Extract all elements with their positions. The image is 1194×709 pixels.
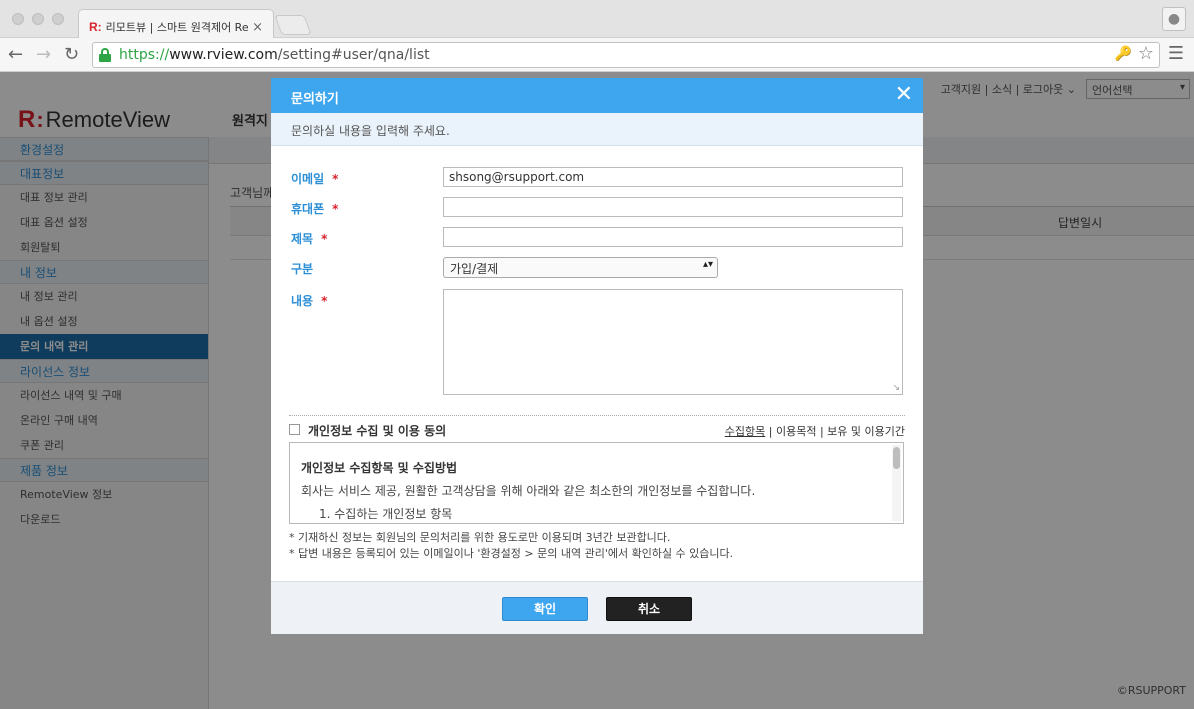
phone-field[interactable]	[443, 197, 903, 217]
browser-toolbar: ← → ↻ https://www.rview.com/setting#user…	[0, 38, 1194, 72]
rview-favicon-icon: R:	[89, 20, 102, 34]
reload-icon[interactable]: ↻	[64, 44, 79, 65]
window-zoom-button[interactable]	[52, 13, 64, 25]
scrollbar-thumb[interactable]	[893, 447, 900, 469]
window-close-button[interactable]	[12, 13, 24, 25]
category-label: 구분	[291, 262, 314, 276]
subject-field[interactable]	[443, 227, 903, 247]
category-select[interactable]: 가입/결제 ▴▾	[443, 257, 718, 278]
bookmark-star-icon[interactable]: ☆	[1138, 43, 1154, 64]
dialog-header: 문의하기 ✕	[271, 78, 923, 113]
privacy-policy-box[interactable]: 개인정보 수집항목 및 수집방법 회사는 서비스 제공, 원활한 고객상담을 위…	[289, 442, 904, 524]
resize-handle-icon[interactable]: ↘	[892, 383, 900, 393]
divider	[289, 415, 905, 416]
close-icon[interactable]: ✕	[895, 83, 913, 107]
phone-label: 휴대폰 *	[291, 202, 339, 216]
lock-icon	[99, 48, 111, 62]
subject-label: 제목 *	[291, 232, 328, 246]
dialog-footer: 확인 취소	[271, 581, 923, 634]
consent-links: 수집항목 | 이용목적 | 보유 및 이용기간	[725, 423, 905, 439]
content-textarea[interactable]: ↘	[443, 289, 903, 395]
link-purpose[interactable]: | 이용목적 |	[769, 425, 824, 438]
new-tab-button[interactable]	[274, 15, 312, 35]
browser-tab[interactable]: R: 리모트뷰 | 스마트 원격제어 Rem ×	[78, 9, 274, 38]
tab-title: 리모트뷰 | 스마트 원격제어 Rem	[105, 21, 249, 34]
url-text: https://www.rview.com/setting#user/qna/l…	[119, 47, 430, 63]
consent-row: 개인정보 수집 및 이용 동의 수집항목 | 이용목적 | 보유 및 이용기간	[289, 422, 905, 438]
key-icon[interactable]: 🔑	[1115, 46, 1132, 62]
note-answer: * 답변 내용은 등록되어 있는 이메일이나 '환경설정 > 문의 내역 관리'…	[289, 547, 734, 560]
email-field[interactable]	[443, 167, 903, 187]
note-retention: * 기재하신 정보는 회원님의 문의처리를 위한 용도로만 이용되며 3년간 보…	[289, 531, 671, 544]
profile-icon[interactable]: ●	[1162, 7, 1186, 31]
privacy-item: 1. 수집하는 개인정보 항목	[319, 507, 453, 521]
select-arrows-icon: ▴▾	[702, 259, 713, 270]
confirm-button[interactable]: 확인	[502, 597, 588, 621]
consent-label[interactable]: 개인정보 수집 및 이용 동의	[308, 422, 446, 439]
tab-close-icon[interactable]: ×	[252, 20, 263, 35]
forward-arrow-icon[interactable]: →	[36, 44, 51, 65]
link-retention[interactable]: 보유 및 이용기간	[827, 425, 905, 438]
dialog-subtitle: 문의하실 내용을 입력해 주세요.	[271, 113, 923, 146]
back-arrow-icon[interactable]: ←	[8, 44, 23, 65]
consent-checkbox[interactable]	[289, 424, 300, 435]
cancel-button[interactable]: 취소	[606, 597, 692, 621]
inquiry-dialog: 문의하기 ✕ 문의하실 내용을 입력해 주세요. 이메일* 휴대폰* 제목* 구…	[271, 78, 923, 634]
browser-tabstrip: R: 리모트뷰 | 스마트 원격제어 Rem × ●	[0, 0, 1194, 38]
address-bar[interactable]: https://www.rview.com/setting#user/qna/l…	[92, 42, 1160, 68]
email-label: 이메일 *	[291, 172, 339, 186]
content-label: 내용 *	[291, 294, 328, 308]
privacy-title: 개인정보 수집항목 및 수집방법	[301, 461, 458, 475]
dialog-title: 문의하기	[291, 92, 339, 107]
link-collection-items[interactable]: 수집항목	[725, 425, 765, 438]
menu-icon[interactable]: ☰	[1168, 43, 1184, 64]
privacy-text: 회사는 서비스 제공, 원활한 고객상담을 위해 아래와 같은 최소한의 개인정…	[301, 484, 756, 498]
window-minimize-button[interactable]	[32, 13, 44, 25]
